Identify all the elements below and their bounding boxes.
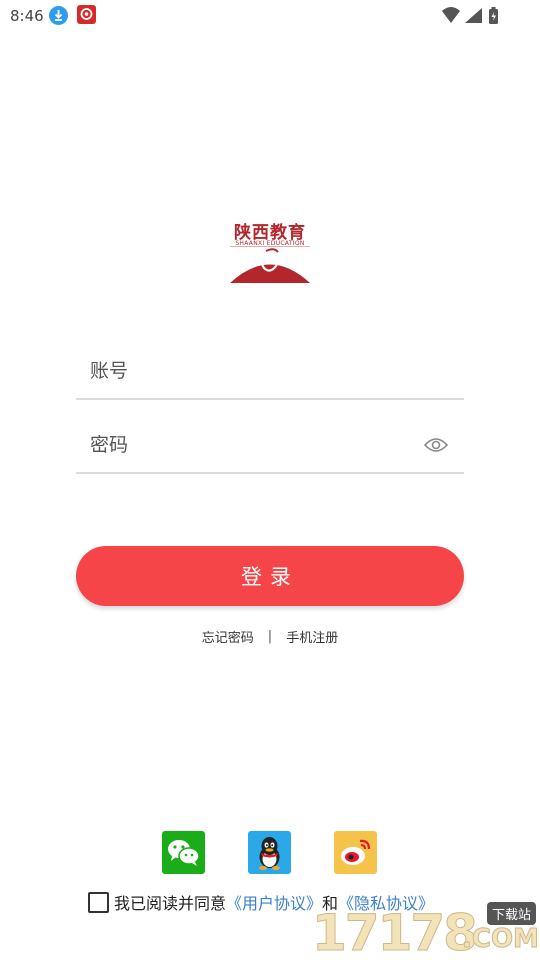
links-separator: | (267, 628, 273, 644)
wechat-login-button[interactable] (162, 831, 205, 874)
watermark-tag: 下载站 (486, 902, 536, 925)
watermark-suffix: .COM (462, 924, 540, 955)
status-bar: 8:46 (0, 0, 540, 32)
watermark-digits: 17178 (312, 904, 479, 960)
weibo-icon (341, 839, 371, 865)
login-button[interactable]: 登录 (76, 546, 464, 606)
qq-login-button[interactable] (248, 831, 291, 874)
download-notification-icon (49, 6, 68, 25)
agreement-prefix: 我已阅读并同意 (114, 894, 227, 913)
password-input[interactable] (90, 428, 410, 462)
qq-icon (259, 837, 280, 870)
account-field[interactable] (76, 344, 464, 400)
weibo-login-button[interactable] (334, 831, 377, 874)
signal-icon (465, 8, 482, 23)
account-input[interactable] (90, 354, 410, 388)
password-field[interactable] (76, 418, 464, 474)
user-agreement-link[interactable]: 《用户协议》 (226, 890, 322, 914)
eye-icon[interactable] (424, 436, 448, 454)
wechat-icon (168, 840, 200, 866)
auth-links: 忘记密码 | 手机注册 (0, 626, 540, 646)
agreement-checkbox[interactable] (88, 891, 109, 913)
app-notification-icon (77, 5, 96, 24)
battery-icon (489, 7, 498, 24)
logo-emblem-icon (230, 246, 310, 283)
site-watermark: 17178 .COM 下载站 (312, 898, 540, 960)
app-logo: 陕西教育 SHAANXI EDUCATION (226, 218, 314, 288)
forgot-password-link[interactable]: 忘记密码 (202, 627, 254, 646)
wifi-icon (442, 7, 460, 23)
status-time: 8:46 (10, 7, 44, 25)
system-status-icons (440, 5, 510, 27)
phone-register-link[interactable]: 手机注册 (286, 627, 338, 646)
